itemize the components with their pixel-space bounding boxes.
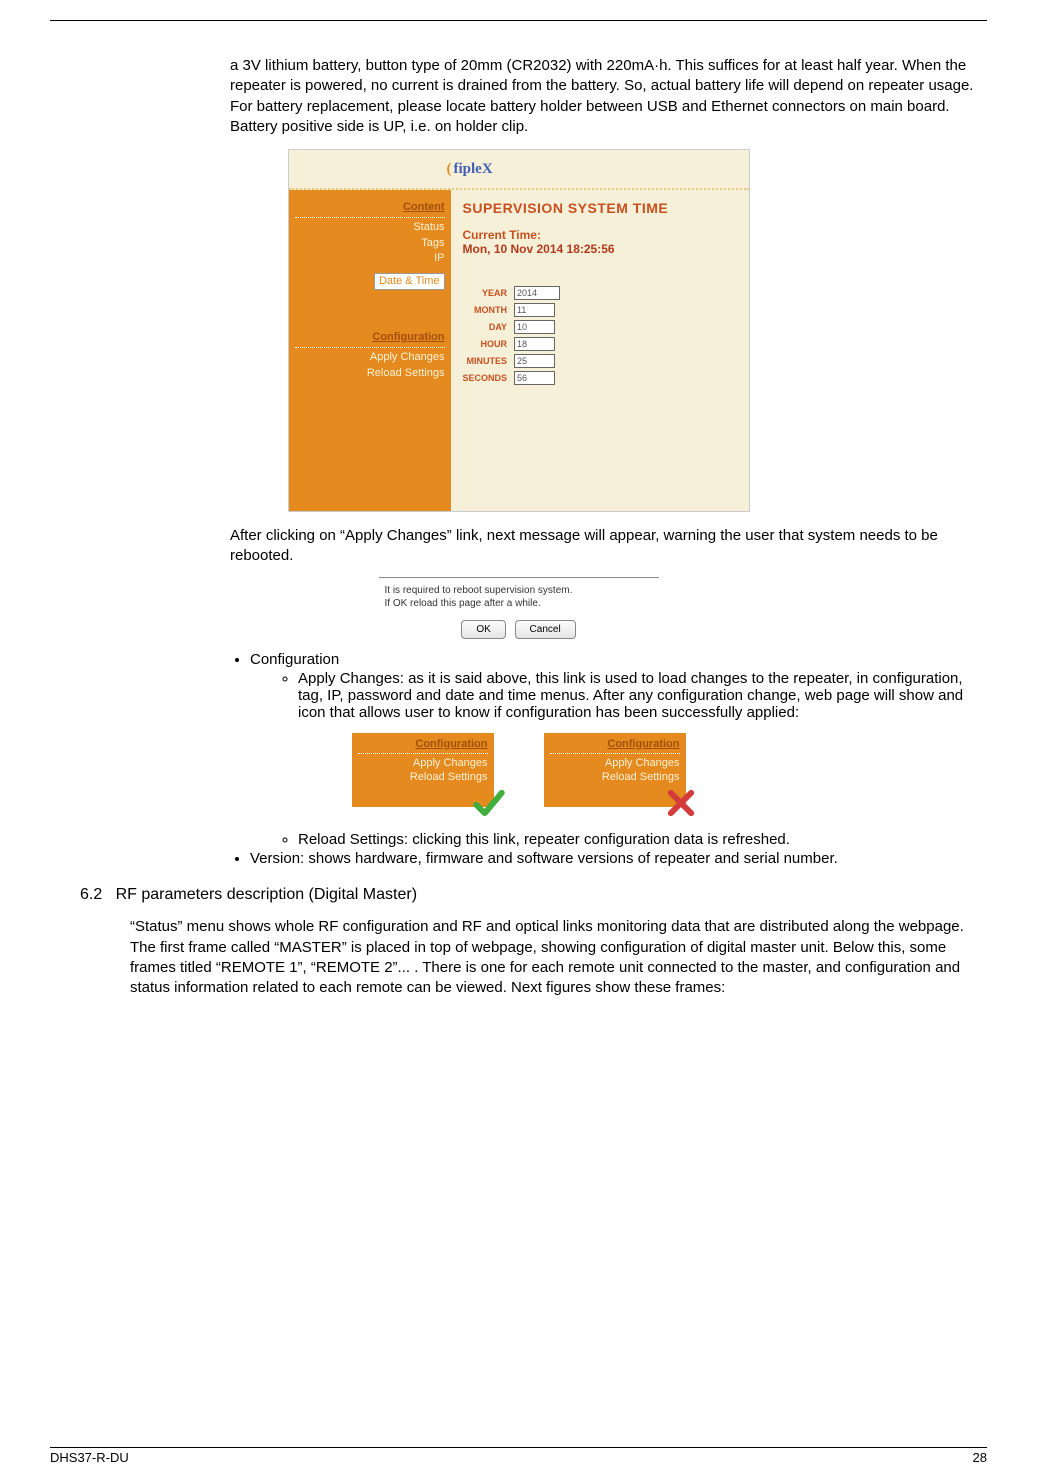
input-day[interactable] [514, 320, 555, 334]
label-year: YEAR [463, 284, 514, 301]
sidebar-content-head: Content [295, 200, 445, 215]
paragraph-2: After clicking on “Apply Changes” link, … [230, 526, 987, 567]
sidebar-item-status[interactable]: Status [295, 220, 445, 235]
supervision-title: SUPERVISION SYSTEM TIME [463, 200, 737, 216]
sidebar-apply-changes[interactable]: Apply Changes [295, 350, 445, 365]
dialog-line2: If OK reload this page after a while. [385, 597, 659, 610]
input-minutes[interactable] [514, 354, 555, 368]
current-time-label: Current Time: [463, 228, 737, 242]
config-snip-fail: Configuration Apply Changes Reload Setti… [544, 733, 686, 807]
bullet-configuration: Configuration Apply Changes: as it is sa… [250, 651, 987, 721]
checkmark-icon [472, 786, 506, 824]
fiplex-logo: (fipleX [447, 161, 493, 178]
footer-left: DHS37-R-DU [50, 1450, 129, 1465]
section-title: RF parameters description (Digital Maste… [116, 886, 417, 903]
snip1-apply: Apply Changes [358, 756, 488, 770]
sub-reload-settings: Reload Settings: clicking this link, rep… [298, 831, 987, 848]
section-number: 6.2 [80, 886, 102, 903]
sidebar-item-ip[interactable]: IP [295, 251, 445, 266]
input-month[interactable] [514, 303, 555, 317]
footer-rule [50, 1447, 987, 1448]
fiplex-sidebar: Content Status Tags IP Date & Time Confi… [289, 190, 451, 511]
bullet-version: Version: shows hardware, firmware and so… [250, 850, 987, 867]
fiplex-screenshot: (fipleX Content Status Tags IP Date & Ti… [288, 149, 750, 512]
label-hour: HOUR [463, 335, 514, 352]
snip2-head: Configuration [550, 737, 680, 751]
dialog-line1: It is required to reboot supervision sys… [385, 584, 659, 597]
config-snip-success: Configuration Apply Changes Reload Setti… [352, 733, 494, 807]
snip1-reload: Reload Settings [358, 770, 488, 784]
section-6-2-body: “Status” menu shows whole RF configurati… [130, 917, 987, 998]
cross-icon [664, 786, 698, 824]
snip1-head: Configuration [358, 737, 488, 751]
input-seconds[interactable] [514, 371, 555, 385]
reboot-dialog: It is required to reboot supervision sys… [379, 577, 659, 639]
page-footer: DHS37-R-DU 28 [50, 1447, 987, 1465]
sidebar-config-head: Configuration [295, 330, 445, 345]
bullet-list-2: Reload Settings: clicking this link, rep… [250, 831, 987, 867]
sidebar-item-tags[interactable]: Tags [295, 236, 445, 251]
label-day: DAY [463, 318, 514, 335]
cancel-button[interactable]: Cancel [515, 620, 576, 639]
snip2-reload: Reload Settings [550, 770, 680, 784]
input-year[interactable] [514, 286, 560, 300]
ok-button[interactable]: OK [461, 620, 505, 639]
section-6-2-heading: 6.2 RF parameters description (Digital M… [80, 885, 987, 906]
sidebar-reload-settings[interactable]: Reload Settings [295, 366, 445, 381]
sub-apply-changes: Apply Changes: as it is said above, this… [298, 670, 987, 721]
top-rule [50, 20, 987, 21]
label-minutes: MINUTES [463, 352, 514, 369]
label-seconds: SECONDS [463, 369, 514, 386]
bullet-configuration-label: Configuration [250, 651, 339, 668]
datetime-fields: YEAR MONTH DAY HOUR MINUTES SECONDS [463, 284, 562, 386]
section-p2: The first frame called “MASTER” is place… [130, 938, 987, 999]
input-hour[interactable] [514, 337, 555, 351]
paragraph-1: a 3V lithium battery, button type of 20m… [230, 56, 987, 137]
section-p1: “Status” menu shows whole RF configurati… [130, 917, 987, 937]
footer-right: 28 [973, 1450, 987, 1465]
sidebar-item-datetime[interactable]: Date & Time [374, 273, 445, 290]
fiplex-header: (fipleX [289, 150, 749, 190]
snip2-apply: Apply Changes [550, 756, 680, 770]
fiplex-content: SUPERVISION SYSTEM TIME Current Time: Mo… [451, 190, 749, 511]
bullet-list: Configuration Apply Changes: as it is sa… [250, 651, 987, 721]
current-time-value: Mon, 10 Nov 2014 18:25:56 [463, 242, 737, 256]
config-result-snippets: Configuration Apply Changes Reload Setti… [50, 733, 987, 807]
label-month: MONTH [463, 301, 514, 318]
